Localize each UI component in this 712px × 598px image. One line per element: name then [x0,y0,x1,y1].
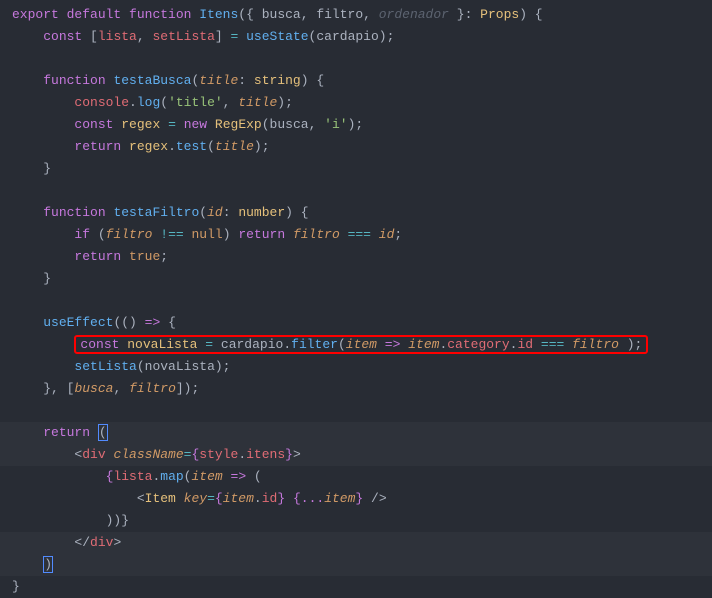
code-line: <div className={style.itens}> [0,444,712,466]
code-line [0,180,712,202]
code-line: } [0,158,712,180]
code-line: return true; [0,246,712,268]
code-line: const [lista, setLista] = useState(carda… [0,26,712,48]
code-line: export default function Itens({ busca, f… [0,4,712,26]
code-line: </div> [0,532,712,554]
highlight-box: const novaLista = cardapio.filter(item =… [74,335,648,354]
code-line: console.log('title', title); [0,92,712,114]
code-line: {lista.map(item => ( [0,466,712,488]
code-line: return regex.test(title); [0,136,712,158]
code-line: return ( [0,422,712,444]
code-line: function testaFiltro(id: number) { [0,202,712,224]
code-line: function testaBusca(title: string) { [0,70,712,92]
code-editor[interactable]: export default function Itens({ busca, f… [0,4,712,598]
code-line: }, [busca, filtro]); [0,378,712,400]
code-line [0,290,712,312]
code-line: setLista(novaLista); [0,356,712,378]
code-line: ))} [0,510,712,532]
code-line: <Item key={item.id} {...item} /> [0,488,712,510]
code-line [0,48,712,70]
bracket-match: ) [43,556,53,573]
code-line: useEffect(() => { [0,312,712,334]
code-line: if (filtro !== null) return filtro === i… [0,224,712,246]
code-line [0,400,712,422]
code-line: const regex = new RegExp(busca, 'i'); [0,114,712,136]
code-line: } [0,576,712,598]
code-line-highlighted: const novaLista = cardapio.filter(item =… [0,334,712,356]
code-line: } [0,268,712,290]
bracket-match: ( [98,424,108,441]
code-line: ) [0,554,712,576]
